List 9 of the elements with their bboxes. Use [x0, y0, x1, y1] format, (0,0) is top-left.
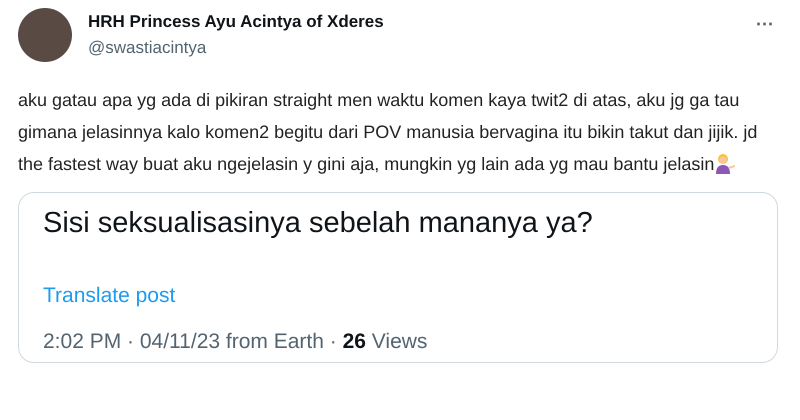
author-name[interactable]: HRH Princess Ayu Acintya of Xderes — [88, 12, 736, 32]
author-handle[interactable]: @swastiacintya — [88, 38, 736, 58]
post-text: aku gatau apa yg ada di pikiran straight men waktu komen kaya twit2 di atas, aku jg ga tau gimana jelasinnya kalo komen2 begitu dari POV manusia bervagina itu bikin takut dan jijik. jd the fastest way buat aku ngejelasin y gini aja, mungkin yg lain ada yg mau bantu jelasin — [18, 89, 758, 176]
post-metadata: 2:02 PM · 04/11/23 from Earth · 26 Views — [43, 330, 428, 354]
quoted-post-text: Sisi seksualisasinya sebelah mananya ya? — [43, 207, 594, 240]
person-icon — [714, 152, 736, 174]
avatar[interactable] — [18, 8, 72, 62]
more-button[interactable]: ··· — [752, 10, 778, 39]
quoted-post-card[interactable]: Sisi seksualisasinya sebelah mananya ya? Translate post 2:02 PM · 04/11/23 from Earth · 26 Views — [18, 192, 778, 363]
